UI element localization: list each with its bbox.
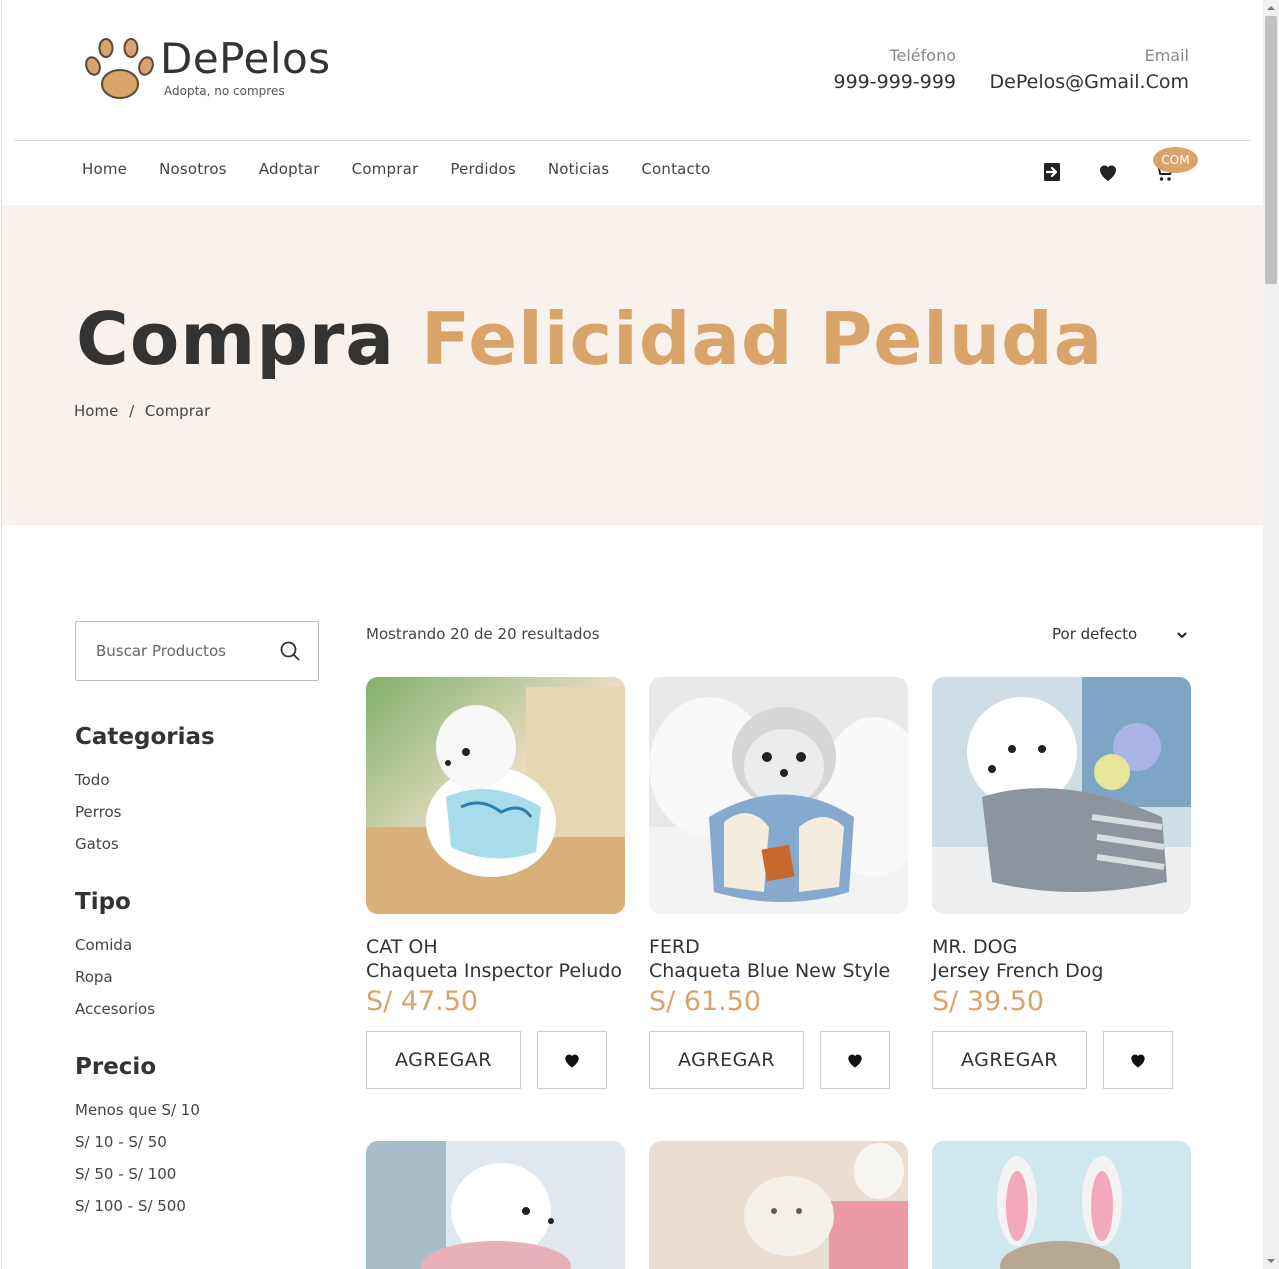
product-image[interactable] — [932, 677, 1191, 914]
nav-home[interactable]: Home — [82, 160, 127, 178]
page-scrollbar[interactable] — [1263, 0, 1279, 1269]
email-label: Email — [1144, 46, 1189, 65]
results-count: Mostrando 20 de 20 resultados — [366, 625, 600, 643]
product-brand: FERD — [649, 936, 700, 958]
category-item[interactable]: Gatos — [75, 835, 121, 867]
product-image[interactable] — [649, 677, 908, 914]
product-name[interactable]: Jersey French Dog — [932, 960, 1191, 982]
hero-title-main: Compra — [76, 297, 395, 381]
nav-contacto[interactable]: Contacto — [641, 160, 710, 178]
search-input[interactable] — [77, 623, 267, 679]
hero-title-accent: Felicidad Peluda — [421, 297, 1104, 381]
login-icon[interactable] — [1040, 160, 1064, 184]
product-price: S/ 39.50 — [932, 986, 1045, 1017]
logo[interactable]: DePelos Adopta, no compres — [84, 34, 334, 106]
type-heading: Tipo — [75, 889, 131, 915]
product-image[interactable] — [932, 1141, 1191, 1269]
page: DePelos Adopta, no compres Teléfono 999-… — [1, 0, 1264, 1269]
category-item[interactable]: Perros — [75, 803, 121, 835]
phone-label: Teléfono — [889, 46, 956, 65]
price-item[interactable]: Menos que S/ 10 — [75, 1101, 200, 1133]
heart-icon[interactable] — [1096, 160, 1120, 184]
product-image[interactable] — [366, 1141, 625, 1269]
product-image[interactable] — [366, 677, 625, 914]
scrollbar-thumb[interactable] — [1265, 16, 1277, 284]
phone-value: 999-999-999 — [833, 71, 956, 93]
product-brand: MR. DOG — [932, 936, 1018, 958]
product-card: CAT OH Chaqueta Inspector Peludo S/ 47.5… — [366, 677, 625, 1089]
heart-icon — [848, 1054, 862, 1068]
product-image[interactable] — [649, 1141, 908, 1269]
breadcrumb-separator: / — [129, 402, 135, 420]
breadcrumb: Home / Comprar — [74, 402, 216, 420]
price-item[interactable]: S/ 100 - S/ 500 — [75, 1197, 200, 1229]
search-box — [75, 621, 319, 681]
hero-title: Compra Felicidad Peluda — [76, 297, 1103, 381]
sort-select[interactable]: Por defecto — [1052, 625, 1192, 643]
heart-icon — [565, 1054, 579, 1068]
main-nav: Home Nosotros Adoptar Comprar Perdidos N… — [82, 160, 742, 178]
type-item[interactable]: Comida — [75, 936, 155, 968]
product-brand: CAT OH — [366, 936, 438, 958]
cart-badge[interactable]: COM — [1153, 147, 1198, 173]
categories-list: Todo Perros Gatos — [75, 771, 121, 867]
nav-adoptar[interactable]: Adoptar — [259, 160, 320, 178]
product-name[interactable]: Chaqueta Blue New Style — [649, 960, 908, 982]
categories-heading: Categorias — [75, 724, 215, 750]
contact-email: Email DePelos@Gmail.Com — [990, 46, 1189, 93]
nav-comprar[interactable]: Comprar — [352, 160, 419, 178]
chevron-down-icon — [1177, 632, 1187, 639]
scroll-up-icon[interactable] — [1267, 4, 1275, 12]
product-card: MR. DOG Jersey French Dog S/ 39.50 AGREG… — [932, 677, 1191, 1089]
logo-title: DePelos — [160, 34, 331, 83]
logo-tagline: Adopta, no compres — [164, 84, 285, 98]
nav-icons: COM — [1040, 147, 1200, 188]
nav-noticias[interactable]: Noticias — [548, 160, 609, 178]
type-item[interactable]: Accesorios — [75, 1000, 155, 1032]
price-item[interactable]: S/ 50 - S/ 100 — [75, 1165, 200, 1197]
type-item[interactable]: Ropa — [75, 968, 155, 1000]
breadcrumb-home[interactable]: Home — [74, 402, 118, 420]
paw-logo-icon — [85, 38, 154, 99]
contact-phone: Teléfono 999-999-999 — [833, 46, 956, 93]
price-list: Menos que S/ 10 S/ 10 - S/ 50 S/ 50 - S/… — [75, 1101, 200, 1229]
favorite-button[interactable] — [820, 1031, 890, 1089]
product-price: S/ 47.50 — [366, 986, 479, 1017]
heart-icon — [1131, 1054, 1145, 1068]
favorite-button[interactable] — [1103, 1031, 1173, 1089]
scroll-down-icon[interactable] — [1267, 1257, 1275, 1265]
type-list: Comida Ropa Accesorios — [75, 936, 155, 1032]
search-icon[interactable] — [279, 640, 301, 662]
price-heading: Precio — [75, 1054, 157, 1080]
email-value: DePelos@Gmail.Com — [989, 71, 1189, 93]
product-card: FERD Chaqueta Blue New Style S/ 61.50 AG… — [649, 677, 908, 1089]
product-name[interactable]: Chaqueta Inspector Peludo — [366, 960, 625, 982]
add-to-cart-button[interactable]: AGREGAR — [649, 1031, 804, 1089]
price-item[interactable]: S/ 10 - S/ 50 — [75, 1133, 200, 1165]
breadcrumb-current: Comprar — [144, 402, 211, 420]
header-divider — [14, 140, 1251, 141]
nav-perdidos[interactable]: Perdidos — [450, 160, 515, 178]
add-to-cart-button[interactable]: AGREGAR — [366, 1031, 521, 1089]
category-item[interactable]: Todo — [75, 771, 121, 803]
product-price: S/ 61.50 — [649, 986, 762, 1017]
nav-nosotros[interactable]: Nosotros — [159, 160, 227, 178]
sort-value: Por defecto — [1052, 625, 1138, 643]
favorite-button[interactable] — [537, 1031, 607, 1089]
hero-banner: Compra Felicidad Peluda Home / Comprar — [2, 205, 1264, 525]
add-to-cart-button[interactable]: AGREGAR — [932, 1031, 1087, 1089]
